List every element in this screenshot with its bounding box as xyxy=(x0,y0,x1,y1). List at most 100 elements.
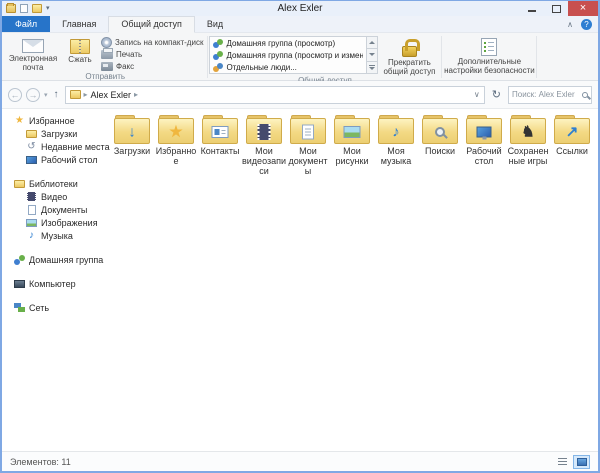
security-group-label xyxy=(443,75,535,80)
help-icon[interactable]: ? xyxy=(581,19,592,30)
document-icon xyxy=(26,205,37,215)
list-view-icon xyxy=(558,458,567,466)
address-dropdown-icon[interactable]: ∨ xyxy=(474,90,480,99)
breadcrumb-separator-icon[interactable]: ▸ xyxy=(134,90,138,99)
downloads-folder-icon: ↓ xyxy=(114,115,150,144)
details-view-button[interactable] xyxy=(554,455,571,469)
sidebar-item-videos[interactable]: Видео xyxy=(2,190,102,203)
breadcrumb-path[interactable]: Alex Exler xyxy=(91,90,132,100)
share-homegroup-view[interactable]: Домашняя группа (просмотр) xyxy=(210,37,366,49)
star-icon: ★ xyxy=(14,116,25,126)
ribbon-separator xyxy=(441,36,442,78)
homegroup-icon xyxy=(14,255,25,265)
breadcrumb-separator-icon: ▸ xyxy=(84,90,88,99)
minimize-button[interactable] xyxy=(520,1,544,16)
refresh-button[interactable]: ↻ xyxy=(489,88,504,101)
tab-home[interactable]: Главная xyxy=(50,17,108,32)
close-button[interactable]: × xyxy=(568,1,598,16)
printer-icon xyxy=(101,50,113,59)
computer-icon xyxy=(14,279,25,289)
print-button[interactable]: Печать xyxy=(101,48,203,60)
burn-disc-button[interactable]: Запись на компакт-диск xyxy=(101,36,203,48)
items-count: Элементов: 11 xyxy=(10,457,71,467)
large-icons-view-button[interactable] xyxy=(573,455,590,469)
window-title: Alex Exler xyxy=(2,3,598,14)
advanced-security-button[interactable]: Дополнительные настройки безопасности xyxy=(443,34,535,75)
maximize-button[interactable] xyxy=(544,1,568,16)
forward-button[interactable]: → xyxy=(26,88,40,102)
pictures-folder-icon xyxy=(334,115,370,144)
link-arrow-icon: ↗ xyxy=(566,124,579,139)
sidebar-item-documents[interactable]: Документы xyxy=(2,203,102,216)
gallery-scroll-down[interactable] xyxy=(367,49,378,61)
saved-games-folder-icon: ♞ xyxy=(510,115,546,144)
collapse-ribbon-icon[interactable]: ∧ xyxy=(567,21,573,29)
sidebar-item-recent-places[interactable]: ↺ Недавние места xyxy=(2,140,102,153)
titlebar: ▾ Alex Exler × xyxy=(2,1,598,16)
folder-tile-saved-games[interactable]: ♞ Сохраненные игры xyxy=(506,115,550,166)
homegroup-icon xyxy=(213,51,223,60)
folder-tile-downloads[interactable]: ↓ Загрузки xyxy=(110,115,154,156)
tab-view[interactable]: Вид xyxy=(195,17,235,32)
security-settings-icon xyxy=(481,38,497,56)
folder-tile-favorites[interactable]: ★ Избранное xyxy=(154,115,198,166)
folder-tile-desktop[interactable]: Рабочий стол xyxy=(462,115,506,166)
fax-button[interactable]: Факс xyxy=(101,60,203,72)
share-gallery: Домашняя группа (просмотр) Домашняя груп… xyxy=(209,36,378,74)
share-specific-people[interactable]: Отдельные люди... xyxy=(210,61,366,73)
contact-card-icon xyxy=(212,126,229,138)
network-icon xyxy=(14,303,25,313)
fax-icon xyxy=(101,62,113,71)
main-area: ★ Избранное Загрузки ↺ Недавние места Ра… xyxy=(2,109,598,451)
sidebar-item-network[interactable]: Сеть xyxy=(2,301,102,314)
monitor-icon xyxy=(477,126,492,137)
gallery-scroll-up[interactable] xyxy=(367,36,378,49)
qat-dropdown-icon[interactable]: ▾ xyxy=(46,5,50,12)
tab-share[interactable]: Общий доступ xyxy=(108,16,194,33)
sidebar-item-music[interactable]: ♪ Музыка xyxy=(2,229,102,242)
share-homegroup-edit[interactable]: Домашняя группа (просмотр и изменение) xyxy=(210,49,366,61)
maximize-icon xyxy=(552,5,561,13)
email-button[interactable]: Электронная почта xyxy=(4,34,62,72)
ribbon-tabs: Файл Главная Общий доступ Вид ∧ ? xyxy=(2,16,598,33)
film-strip-icon xyxy=(258,124,271,140)
gallery-more[interactable] xyxy=(367,62,378,74)
folder-view: ↓ Загрузки ★ Избранное Контакты xyxy=(102,109,598,451)
magnifier-icon xyxy=(435,127,445,137)
compress-button[interactable]: Сжать xyxy=(62,34,98,65)
properties-icon[interactable] xyxy=(20,4,28,13)
ribbon-separator xyxy=(536,36,537,78)
folder-tile-my-documents[interactable]: Мои документы xyxy=(286,115,330,176)
breadcrumb[interactable]: ▸ Alex Exler ▸ ∨ xyxy=(65,86,485,104)
folder-tile-my-pictures[interactable]: Мои рисунки xyxy=(330,115,374,166)
sidebar-item-favorites[interactable]: ★ Избранное xyxy=(2,114,102,127)
history-dropdown-icon[interactable]: ▾ xyxy=(44,91,48,99)
document-sheet-icon xyxy=(302,124,314,139)
folder-tile-my-videos[interactable]: Мои видеозаписи xyxy=(242,115,286,176)
sidebar-item-libraries[interactable]: Библиотеки xyxy=(2,177,102,190)
view-toggles xyxy=(554,455,590,469)
explorer-icon[interactable] xyxy=(6,4,16,13)
search-box[interactable] xyxy=(508,86,592,104)
folder-tile-contacts[interactable]: Контакты xyxy=(198,115,242,156)
star-icon: ★ xyxy=(169,124,182,139)
email-icon xyxy=(22,39,44,53)
people-icon xyxy=(213,63,223,72)
back-button[interactable]: ← xyxy=(8,88,22,102)
stop-sharing-button[interactable]: Прекратить общий доступ xyxy=(378,34,440,76)
sidebar-item-homegroup[interactable]: Домашняя группа xyxy=(2,253,102,266)
tab-file[interactable]: Файл xyxy=(2,16,50,32)
search-input[interactable] xyxy=(512,90,582,99)
folder-tile-links[interactable]: ↗ Ссылки xyxy=(550,115,594,156)
sidebar-item-computer[interactable]: Компьютер xyxy=(2,277,102,290)
new-folder-icon[interactable] xyxy=(32,4,42,13)
sidebar-item-desktop[interactable]: Рабочий стол xyxy=(2,153,102,166)
folder-tile-my-music[interactable]: ♪ Моя музыка xyxy=(374,115,418,166)
folder-icon xyxy=(70,90,81,99)
up-button[interactable]: ↑ xyxy=(52,89,61,100)
disc-icon xyxy=(101,37,112,48)
sidebar-item-downloads[interactable]: Загрузки xyxy=(2,127,102,140)
sidebar-item-pictures[interactable]: Изображения xyxy=(2,216,102,229)
recent-places-icon: ↺ xyxy=(26,142,37,152)
folder-tile-searches[interactable]: Поиски xyxy=(418,115,462,156)
